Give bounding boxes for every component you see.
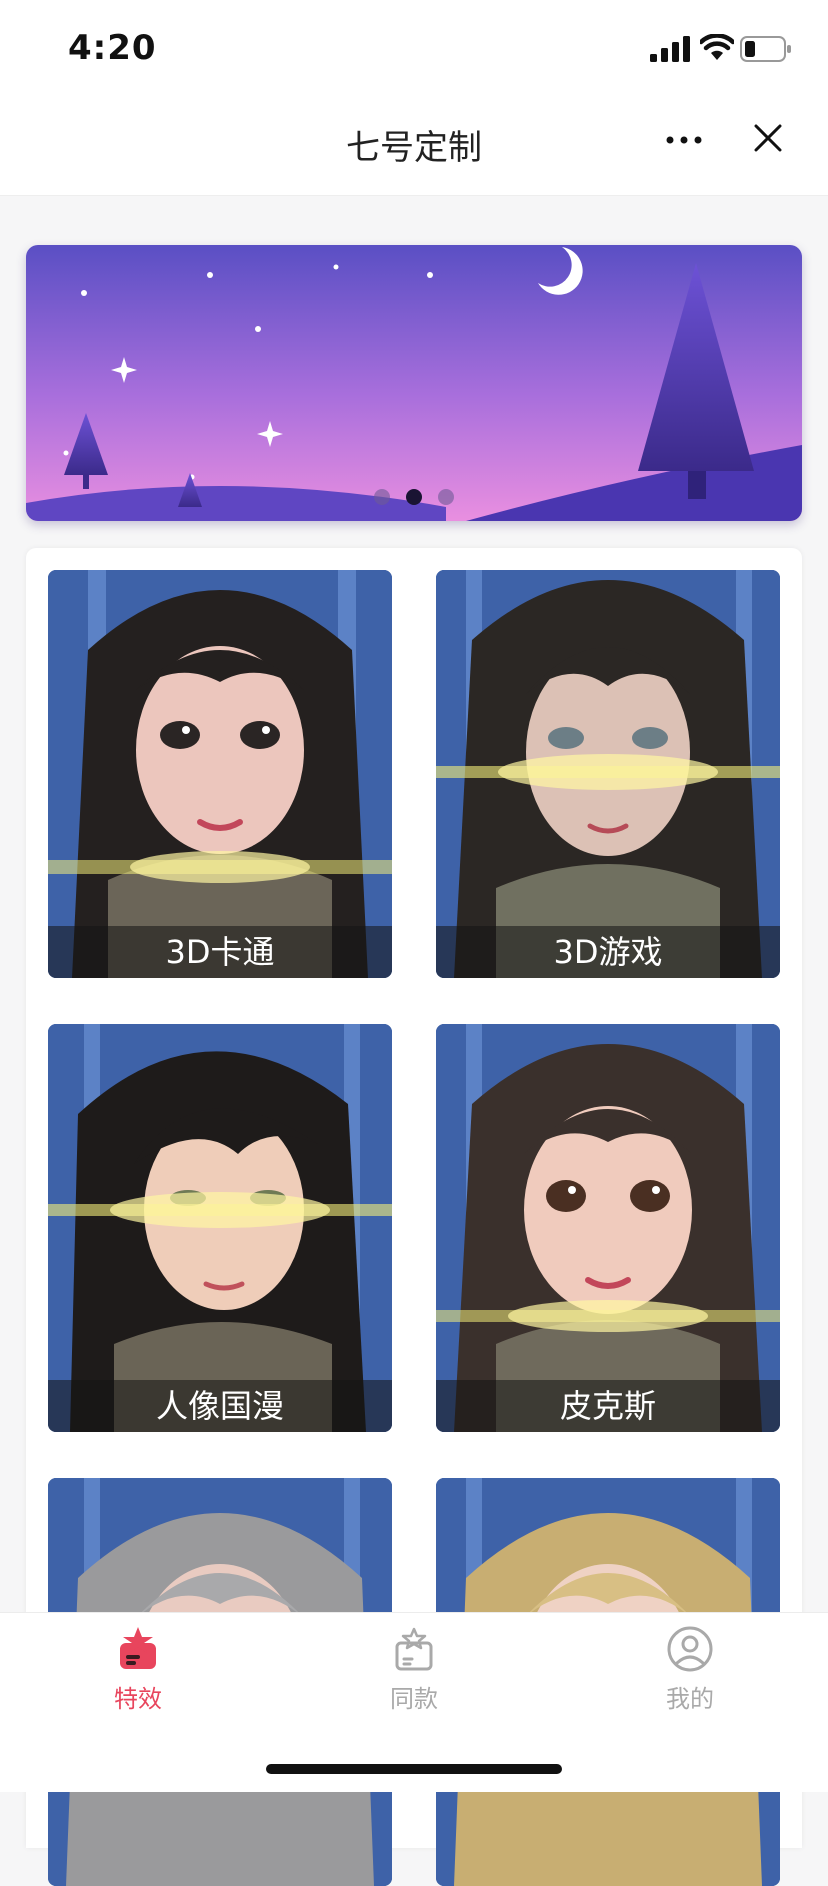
battery-icon (740, 36, 791, 62)
effect-label: 人像国漫 (48, 1380, 392, 1432)
tab-same-style[interactable]: 同款 (334, 1625, 494, 1735)
carousel-dot[interactable] (374, 489, 390, 505)
effect-card-pixar[interactable]: 皮克斯 (436, 1024, 780, 1432)
tab-profile[interactable]: 我的 (610, 1625, 770, 1735)
effect-label: 3D卡通 (48, 926, 392, 978)
effects-icon (120, 1627, 156, 1669)
profile-icon (667, 1626, 713, 1672)
signal-icon (650, 36, 690, 62)
close-icon[interactable] (752, 122, 784, 154)
effect-preview-image (436, 1024, 780, 1432)
tab-label: 特效 (114, 1685, 162, 1713)
status-time: 4:20 (68, 28, 157, 68)
effect-preview-image (436, 570, 780, 978)
effect-label: 3D游戏 (436, 926, 780, 978)
home-indicator (266, 1764, 562, 1774)
tab-label: 同款 (390, 1685, 438, 1713)
effect-card-3d-game[interactable]: 3D游戏 (436, 570, 780, 978)
effect-preview-image (48, 1024, 392, 1432)
banner-carousel[interactable] (26, 245, 802, 521)
carousel-dot-active[interactable] (406, 489, 422, 505)
banner-image (26, 245, 802, 521)
effect-preview-image (48, 570, 392, 978)
status-bar: 4:20 (0, 0, 828, 100)
wifi-icon (700, 34, 734, 60)
title-bar: 七号定制 (0, 100, 828, 196)
tab-label: 我的 (666, 1685, 714, 1713)
same-style-icon (395, 1627, 433, 1671)
tab-effects[interactable]: 特效 (58, 1625, 218, 1735)
effect-card-guoman-portrait[interactable]: 人像国漫 (48, 1024, 392, 1432)
carousel-dot[interactable] (438, 489, 454, 505)
carousel-indicator (26, 489, 802, 505)
effect-label: 皮克斯 (436, 1380, 780, 1432)
more-options-icon[interactable] (664, 130, 704, 150)
effect-card-3d-cartoon[interactable]: 3D卡通 (48, 570, 392, 978)
